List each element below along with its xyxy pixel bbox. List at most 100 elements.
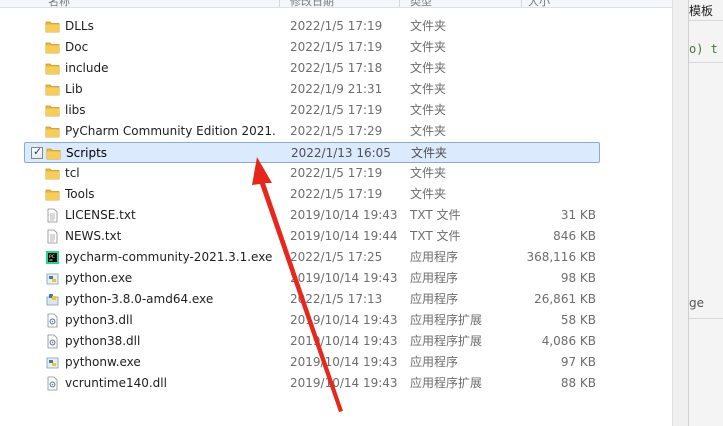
file-row[interactable]: include 2022/1/5 17:18 文件夹: [24, 58, 600, 79]
file-date: 2022/1/5 17:13: [290, 292, 383, 306]
text-file-icon: [45, 208, 60, 223]
column-divider[interactable]: [521, 0, 522, 7]
background-window-edge: 模板 o) t ge: [688, 0, 723, 426]
file-name: libs: [65, 103, 86, 117]
file-row[interactable]: Doc 2022/1/5 17:19 文件夹: [24, 37, 600, 58]
divider: [689, 318, 723, 319]
background-code-text: o) t: [689, 42, 718, 56]
file-name: Doc: [65, 40, 89, 54]
column-divider[interactable]: [399, 0, 400, 7]
file-size: 368,116 KB: [526, 250, 596, 264]
file-row[interactable]: Tools 2022/1/5 17:19 文件夹: [24, 184, 600, 205]
file-type: TXT 文件: [410, 208, 461, 222]
file-size: 846 KB: [553, 229, 596, 243]
file-row-selected[interactable]: Scripts 2022/1/13 16:05 文件夹: [24, 142, 600, 163]
file-size: 58 KB: [560, 313, 596, 327]
file-type: 文件夹: [410, 124, 447, 138]
dll-icon: [45, 376, 60, 391]
file-name: LICENSE.txt: [65, 208, 136, 222]
folder-icon: [45, 61, 60, 76]
file-row[interactable]: tcl 2022/1/5 17:19 文件夹: [24, 163, 600, 184]
vertical-scrollbar[interactable]: [672, 0, 688, 426]
file-row[interactable]: python-3.8.0-amd64.exe 2022/1/5 17:13 应用程序…: [24, 289, 600, 310]
folder-icon: [45, 124, 60, 139]
file-type: 文件夹: [410, 40, 447, 54]
background-window-text: 模板: [689, 4, 714, 18]
folder-icon: [45, 82, 60, 97]
pycharm-icon: PC: [45, 250, 60, 265]
file-size: 31 KB: [560, 208, 596, 222]
column-header-type[interactable]: 类型: [410, 0, 432, 7]
file-date: 2022/1/5 17:19: [290, 166, 383, 180]
file-type: 文件夹: [410, 187, 447, 201]
file-type: 文件夹: [410, 82, 447, 96]
folder-icon: [45, 103, 60, 118]
folder-icon: [45, 166, 60, 181]
file-date: 2022/1/5 17:19: [290, 187, 383, 201]
column-header-name[interactable]: 名称: [48, 0, 70, 7]
file-name: pycharm-community-2021.3.1.exe: [65, 250, 273, 264]
file-type: 文件夹: [410, 103, 447, 117]
file-row[interactable]: PC pycharm-community-2021.3.1.exe 2022/1/5…: [24, 247, 600, 268]
column-header-size[interactable]: 大小: [528, 0, 550, 7]
file-date: 2022/1/5 17:18: [290, 61, 383, 75]
file-size: 26,861 KB: [534, 292, 596, 306]
file-size: 88 KB: [560, 376, 596, 390]
file-date: 2019/10/14 19:43: [290, 313, 398, 327]
file-row[interactable]: PyCharm Community Edition 2021.... 2022/1…: [24, 121, 600, 142]
file-row[interactable]: libs 2022/1/5 17:19 文件夹: [24, 100, 600, 121]
file-name: Lib: [65, 82, 83, 96]
file-date: 2022/1/5 17:19: [290, 19, 383, 33]
file-type: 应用程序: [410, 292, 459, 306]
file-name: python3.dll: [65, 313, 133, 327]
file-row[interactable]: Lib 2022/1/9 21:31 文件夹: [24, 79, 600, 100]
file-row[interactable]: vcruntime140.dll 2019/10/14 19:43 应用程序扩展 88…: [24, 373, 600, 394]
file-date: 2022/1/13 16:05: [291, 146, 391, 160]
file-date: 2019/10/14 19:43: [290, 355, 398, 369]
file-row[interactable]: LICENSE.txt 2019/10/14 19:43 TXT 文件 31 KB: [24, 205, 600, 226]
file-type: 应用程序扩展: [410, 313, 483, 327]
file-size: 4,086 KB: [541, 334, 596, 348]
file-type: 文件夹: [410, 61, 447, 75]
file-name: DLLs: [65, 19, 94, 33]
divider: [689, 20, 723, 21]
file-name: python38.dll: [65, 334, 141, 348]
text-file-icon: [45, 229, 60, 244]
file-name: include: [65, 61, 109, 75]
file-row[interactable]: python3.dll 2019/10/14 19:43 应用程序扩展 58 KB: [24, 310, 600, 331]
file-name: vcruntime140.dll: [65, 376, 167, 390]
file-type: 应用程序: [410, 271, 459, 285]
file-type: 文件夹: [410, 166, 447, 180]
file-type: TXT 文件: [410, 229, 461, 243]
dll-icon: [45, 313, 60, 328]
python-icon: [45, 271, 60, 286]
file-date: 2019/10/14 19:44: [290, 229, 398, 243]
file-row[interactable]: pythonw.exe 2019/10/14 19:43 应用程序 97 KB: [24, 352, 600, 373]
file-type: 文件夹: [411, 146, 448, 160]
column-header-date[interactable]: 修改日期: [290, 0, 334, 7]
folder-icon: [45, 187, 60, 202]
file-row[interactable]: DLLs 2022/1/5 17:19 文件夹: [24, 16, 600, 37]
file-row[interactable]: python.exe 2019/10/14 19:43 应用程序 98 KB: [24, 268, 600, 289]
python-icon: [45, 355, 60, 370]
file-name: Scripts: [66, 146, 108, 160]
file-date: 2019/10/14 19:43: [290, 208, 398, 222]
file-row[interactable]: NEWS.txt 2019/10/14 19:44 TXT 文件 846 KB: [24, 226, 600, 247]
file-date: 2019/10/14 19:43: [290, 376, 398, 390]
file-date: 2022/1/5 17:25: [290, 250, 383, 264]
column-divider[interactable]: [279, 0, 280, 7]
file-date: 2019/10/14 19:43: [290, 334, 398, 348]
file-type: 应用程序扩展: [410, 376, 483, 390]
row-checkbox[interactable]: [31, 145, 43, 159]
file-type: 应用程序: [410, 355, 459, 369]
file-name: NEWS.txt: [65, 229, 122, 243]
file-type: 文件夹: [410, 19, 447, 33]
file-date: 2022/1/9 21:31: [290, 82, 383, 96]
file-date: 2022/1/5 17:19: [290, 40, 383, 54]
file-row[interactable]: python38.dll 2019/10/14 19:43 应用程序扩展 4,086 …: [24, 331, 600, 352]
file-name: python-3.8.0-amd64.exe: [65, 292, 214, 306]
dll-icon: [45, 334, 60, 349]
divider: [689, 62, 723, 63]
folder-icon: [46, 146, 61, 161]
folder-icon: [45, 40, 60, 55]
